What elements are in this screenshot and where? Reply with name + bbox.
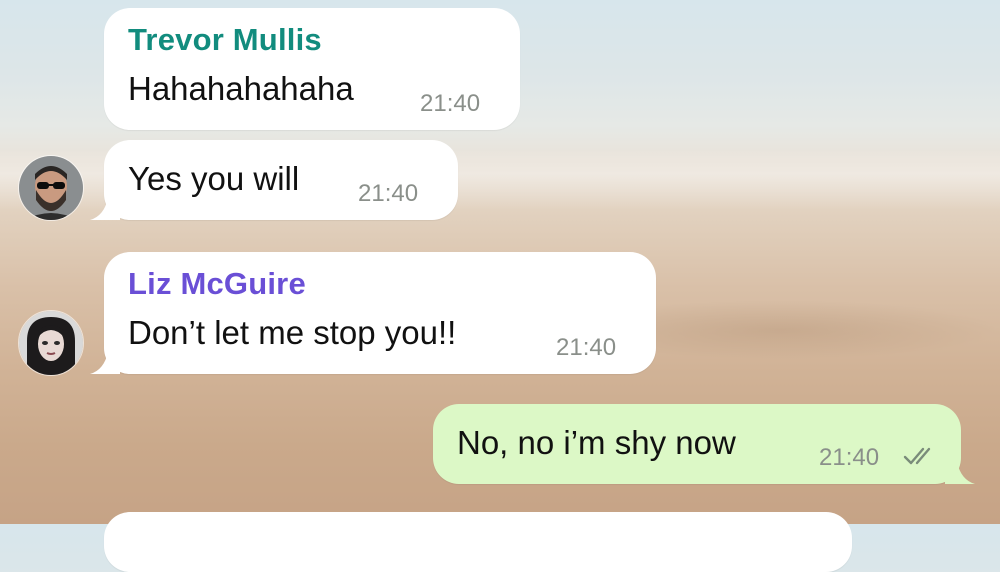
dark-haired-woman-avatar-icon	[19, 311, 83, 375]
sender-name-liz[interactable]: Liz McGuire	[128, 266, 306, 302]
bearded-man-sunglasses-avatar-icon	[19, 156, 83, 220]
message-time: 21:40	[358, 180, 419, 207]
message-bubble-partial[interactable]	[104, 512, 852, 572]
message-bubble-liz[interactable]: Liz McGuire Don’t let me stop you!! 21:4…	[90, 252, 656, 374]
message-bubble-outgoing[interactable]: No, no i’m shy now 21:40	[433, 404, 975, 484]
bubble-tail	[90, 344, 120, 374]
message-time: 21:40	[819, 444, 880, 471]
message-time: 21:40	[420, 90, 481, 117]
sender-name-trevor[interactable]: Trevor Mullis	[128, 22, 322, 58]
avatar-trevor[interactable]	[18, 155, 84, 221]
bubble-tail	[945, 454, 975, 484]
message-bubble-yes-you-will[interactable]: Yes you will 21:40	[90, 140, 458, 220]
double-check-icon	[903, 447, 931, 465]
chat-message-list[interactable]: Trevor Mullis Hahahahahaha 21:40 Yes you…	[0, 0, 1000, 572]
message-text: No, no i’m shy now	[457, 424, 736, 461]
avatar-liz[interactable]	[18, 310, 84, 376]
message-time: 21:40	[556, 334, 617, 361]
message-text: Don’t let me stop you!!	[128, 314, 457, 351]
bubble-tail	[90, 190, 120, 220]
message-bubble-trevor[interactable]: Trevor Mullis Hahahahahaha 21:40	[104, 8, 520, 130]
message-text: Yes you will	[128, 160, 300, 197]
message-text: Hahahahahaha	[128, 70, 354, 107]
